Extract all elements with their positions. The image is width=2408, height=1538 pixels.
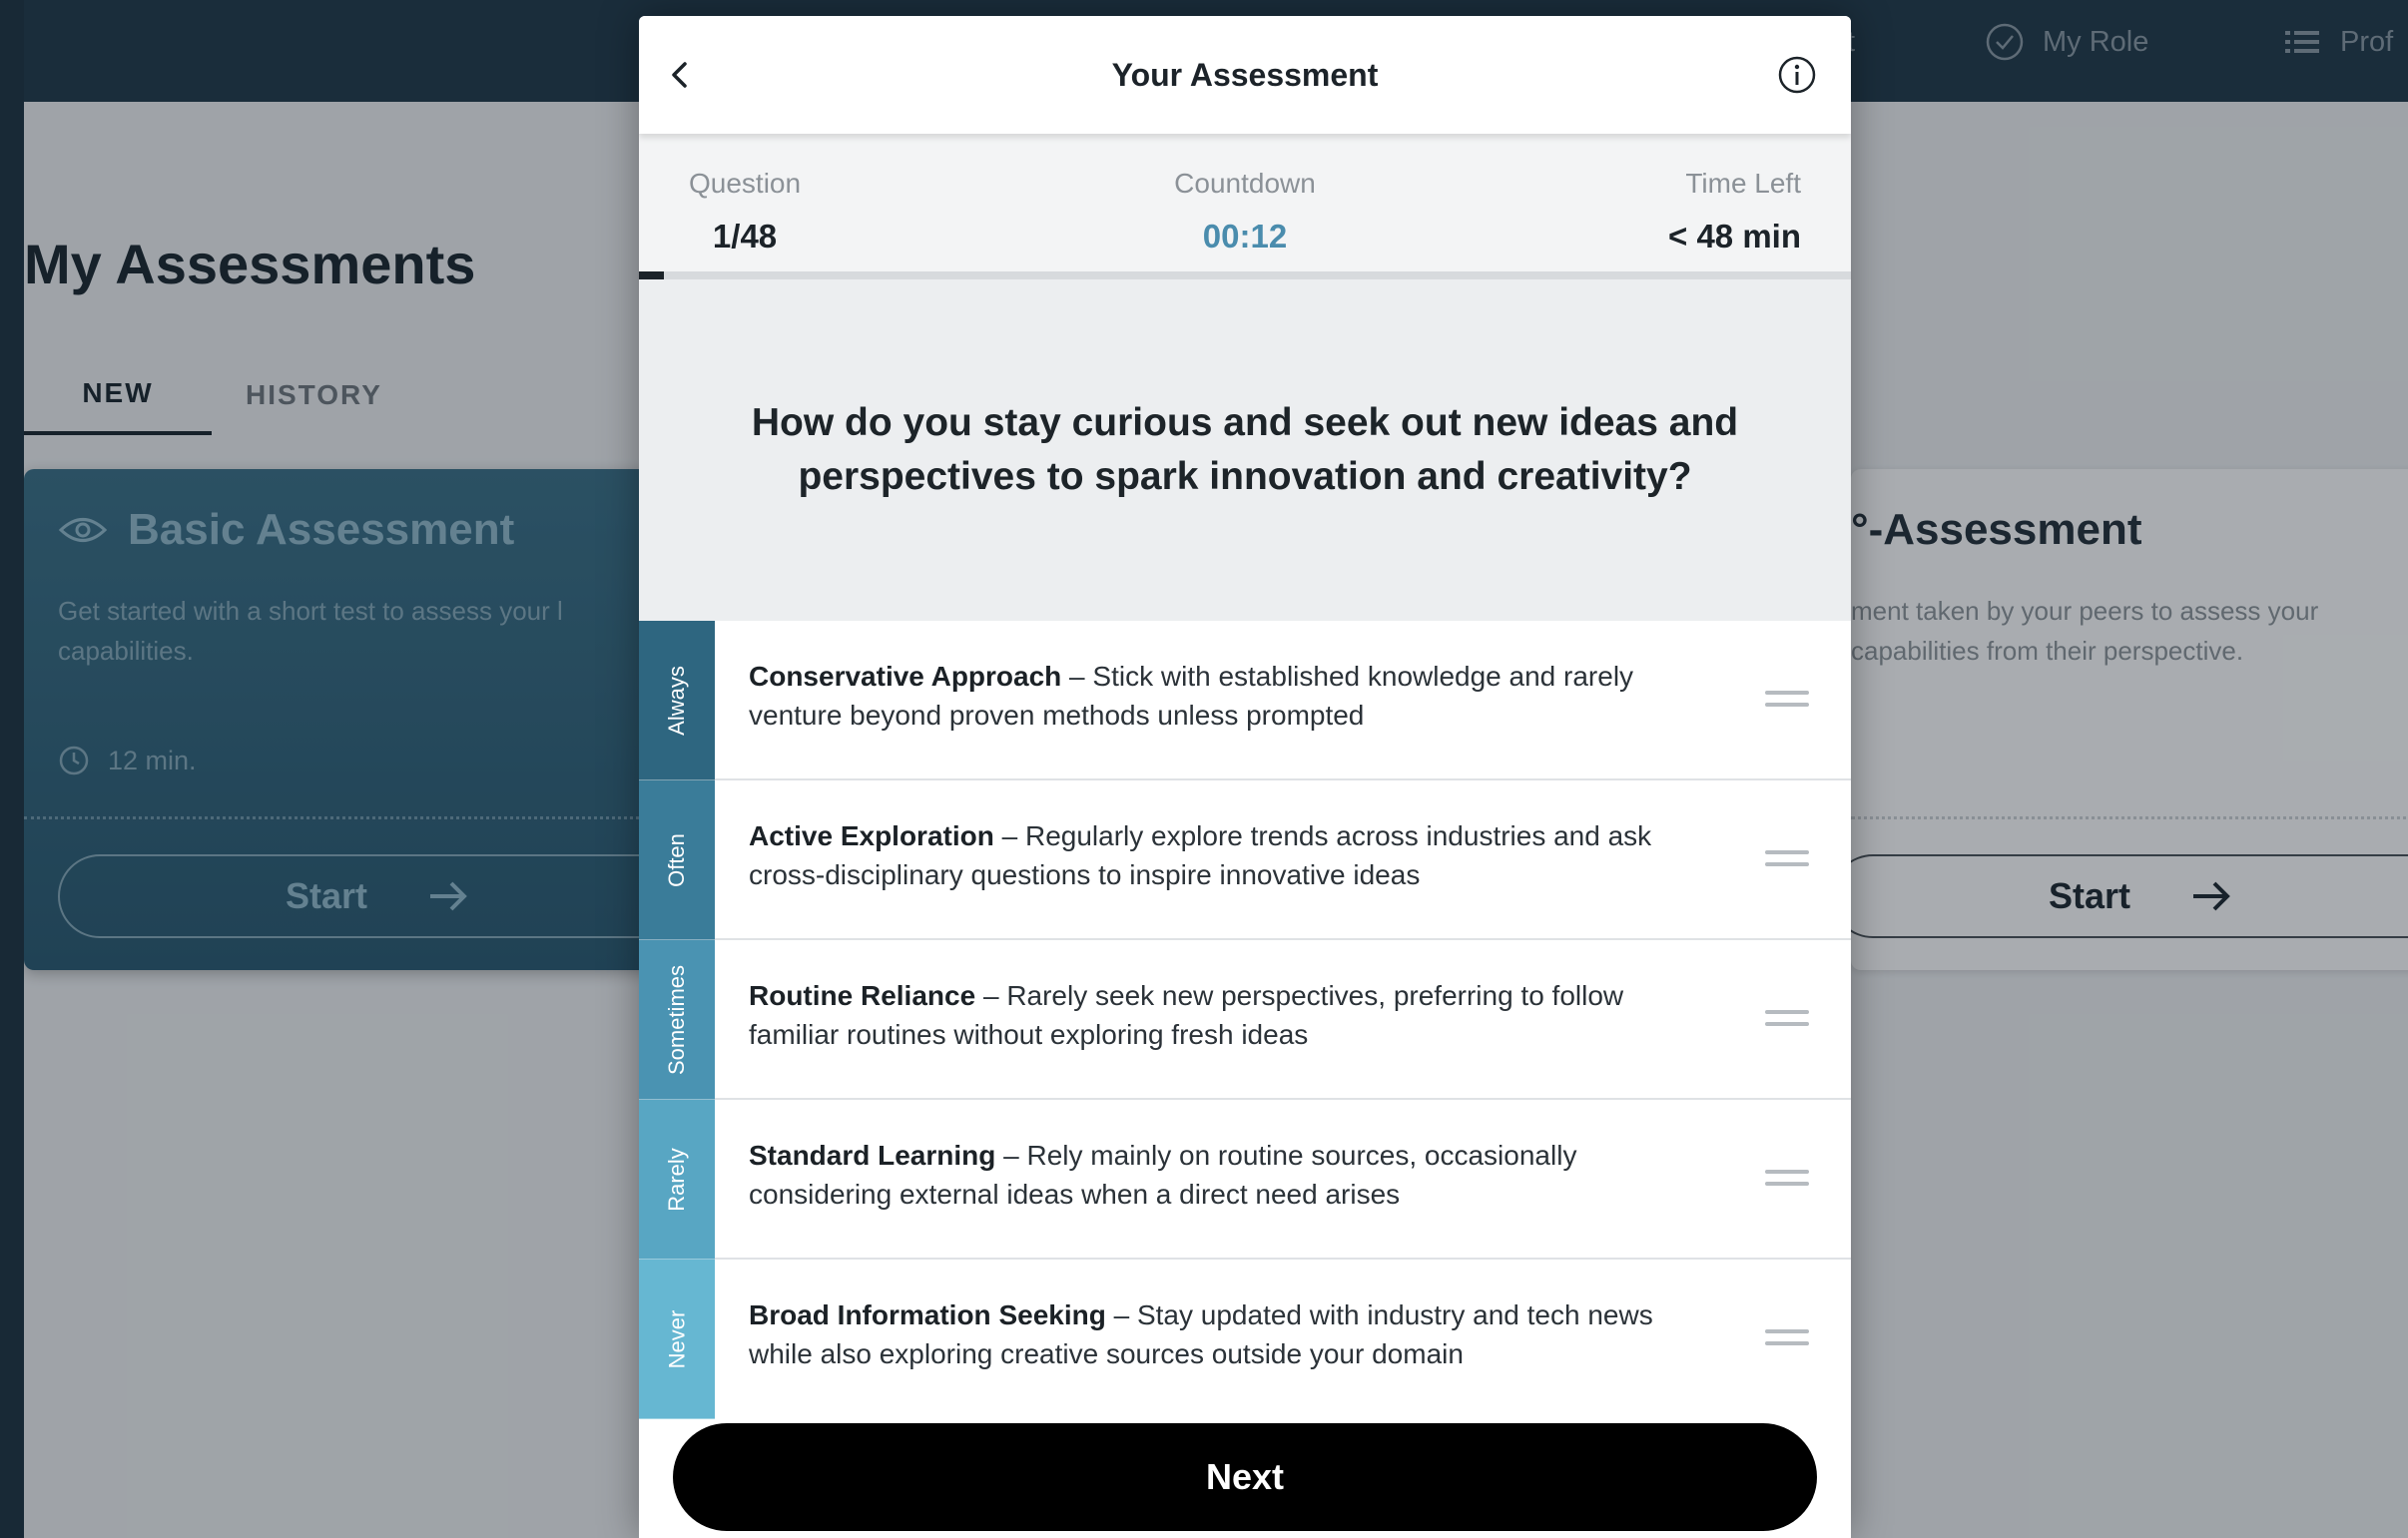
drag-handle-icon[interactable] bbox=[1765, 1010, 1809, 1030]
option-title: Routine Reliance bbox=[749, 980, 976, 1011]
scale-always: Always bbox=[639, 621, 715, 780]
option-item[interactable]: Standard Learning – Rely mainly on routi… bbox=[715, 1100, 1851, 1260]
option-item[interactable]: Routine Reliance – Rarely seek new persp… bbox=[715, 940, 1851, 1100]
option-text: Conservative Approach – Stick with estab… bbox=[749, 657, 1677, 735]
option-text: Standard Learning – Rely mainly on routi… bbox=[749, 1136, 1677, 1214]
frequency-scale: Always Often Sometimes Rarely Never bbox=[639, 621, 715, 1421]
question-panel: How do you stay curious and seek out new… bbox=[639, 279, 1851, 621]
option-separator: – bbox=[1105, 1299, 1137, 1330]
option-text: Routine Reliance – Rarely seek new persp… bbox=[749, 976, 1677, 1054]
scale-label: Never bbox=[664, 1309, 689, 1368]
option-title: Standard Learning bbox=[749, 1140, 996, 1171]
stat-value: 1/48 bbox=[712, 218, 778, 255]
option-title: Active Exploration bbox=[749, 820, 994, 851]
progress-fill bbox=[639, 271, 665, 279]
scale-rarely: Rarely bbox=[639, 1100, 715, 1260]
assessment-modal: Your Assessment Countdown 00:12 Question… bbox=[639, 16, 1851, 1538]
drag-handle-icon[interactable] bbox=[1765, 1329, 1809, 1349]
ranking-options: Always Often Sometimes Rarely Never Cons… bbox=[639, 621, 1851, 1421]
stat-label: Question bbox=[689, 168, 802, 199]
option-title: Broad Information Seeking bbox=[749, 1299, 1106, 1330]
scale-sometimes: Sometimes bbox=[639, 940, 715, 1100]
back-chevron-icon[interactable] bbox=[657, 52, 703, 98]
drag-handle-icon[interactable] bbox=[1765, 1170, 1809, 1190]
option-separator: – bbox=[993, 820, 1025, 851]
stat-value: < 48 min bbox=[1668, 218, 1801, 255]
scale-label: Rarely bbox=[663, 1147, 689, 1212]
modal-header: Your Assessment bbox=[639, 16, 1851, 134]
assessment-stats: Countdown 00:12 Question 1/48 Time Left … bbox=[639, 134, 1851, 271]
stat-label: Time Left bbox=[1685, 168, 1801, 199]
scale-label: Sometimes bbox=[664, 964, 690, 1075]
option-title: Conservative Approach bbox=[749, 661, 1062, 692]
question-text: How do you stay curious and seek out new… bbox=[751, 401, 1739, 498]
info-icon[interactable] bbox=[1777, 55, 1817, 95]
scale-often: Often bbox=[639, 780, 715, 940]
next-button[interactable]: Next bbox=[673, 1423, 1817, 1531]
drag-handle-icon[interactable] bbox=[1765, 850, 1809, 870]
scale-label: Often bbox=[664, 832, 689, 887]
scale-never: Never bbox=[639, 1260, 715, 1419]
option-item[interactable]: Broad Information Seeking – Stay updated… bbox=[715, 1260, 1851, 1419]
option-item[interactable]: Active Exploration – Regularly explore t… bbox=[715, 780, 1851, 940]
option-text: Active Exploration – Regularly explore t… bbox=[749, 816, 1677, 894]
option-separator: – bbox=[1061, 661, 1093, 692]
drag-handle-icon[interactable] bbox=[1765, 691, 1809, 711]
option-separator: – bbox=[975, 980, 1007, 1011]
option-separator: – bbox=[995, 1140, 1027, 1171]
modal-title: Your Assessment bbox=[1111, 57, 1379, 93]
progress-bar bbox=[639, 271, 1851, 279]
scale-label: Always bbox=[664, 665, 689, 736]
option-item[interactable]: Conservative Approach – Stick with estab… bbox=[715, 621, 1851, 780]
option-text: Broad Information Seeking – Stay updated… bbox=[749, 1295, 1677, 1373]
stat-time-left: Time Left < 48 min bbox=[1668, 168, 1801, 256]
stat-question: Question 1/48 bbox=[689, 168, 801, 256]
